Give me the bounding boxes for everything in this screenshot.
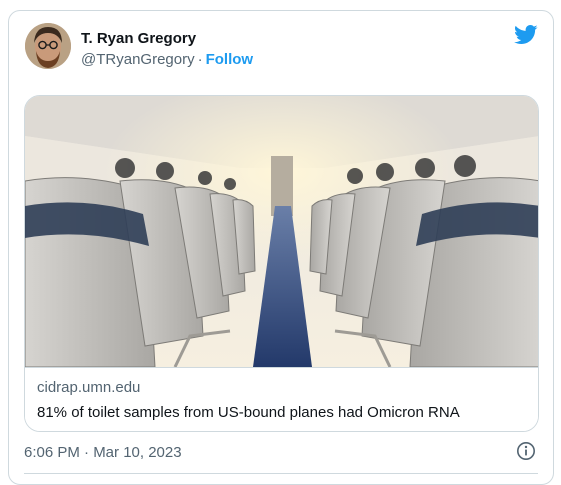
handle-row: @TRyanGregory · Follow — [81, 51, 253, 68]
tweet-timestamp[interactable]: 6:06 PM · Mar 10, 2023 — [24, 444, 182, 461]
link-domain: cidrap.umn.edu — [37, 379, 141, 396]
avatar-portrait — [25, 23, 71, 69]
tweet-card: T. Ryan Gregory @TRyanGregory · Follow c… — [8, 10, 554, 485]
twitter-bird-icon[interactable] — [514, 25, 538, 45]
avatar[interactable] — [25, 23, 71, 69]
link-title: 81% of toilet samples from US-bound plan… — [37, 404, 460, 421]
separator-dot: · — [197, 51, 203, 68]
author-handle[interactable]: @TRyanGregory — [81, 51, 195, 68]
airplane-cabin-image — [25, 96, 538, 367]
link-preview-card[interactable]: cidrap.umn.edu 81% of toilet samples fro… — [24, 95, 539, 432]
follow-link[interactable]: Follow — [206, 51, 254, 68]
link-info: cidrap.umn.edu 81% of toilet samples fro… — [25, 367, 538, 431]
footer-divider — [24, 473, 538, 474]
info-icon[interactable] — [516, 441, 536, 461]
author-name[interactable]: T. Ryan Gregory — [81, 30, 196, 47]
